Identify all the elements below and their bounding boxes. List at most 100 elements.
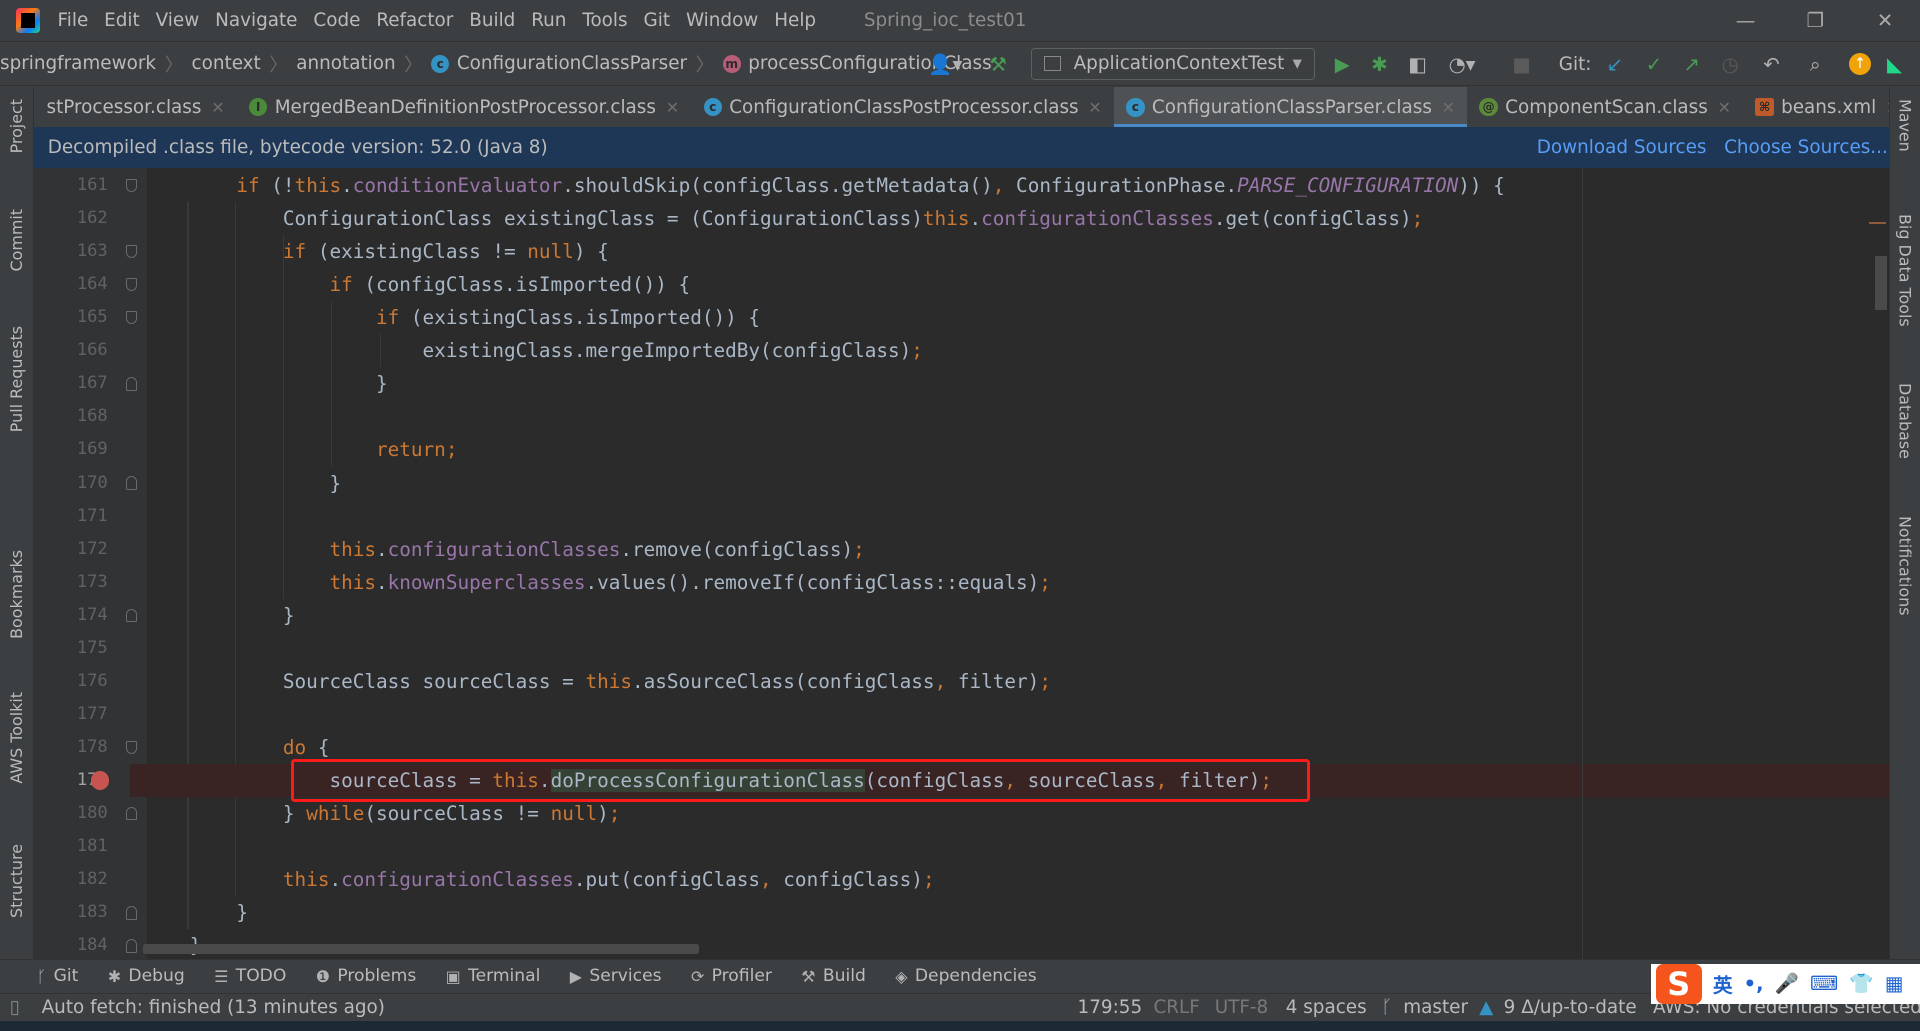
indent-setting[interactable]: 4 spaces: [1286, 997, 1367, 1018]
fold-marker-icon[interactable]: [126, 311, 138, 325]
code-token: if: [236, 173, 260, 197]
punctuation-icon[interactable]: •,: [1744, 972, 1764, 995]
search-icon[interactable]: ⌕: [1810, 53, 1821, 76]
bookmarks-tool-button[interactable]: Bookmarks: [7, 550, 26, 639]
fold-marker-icon[interactable]: [126, 476, 138, 490]
fold-marker-icon[interactable]: [126, 939, 138, 953]
tab-beans-xml[interactable]: ⌘beans.xml✕: [1743, 87, 1911, 127]
horizontal-scrollbar[interactable]: [143, 944, 700, 954]
git-commit-icon[interactable]: ✓: [1646, 53, 1662, 76]
history-icon[interactable]: ◷: [1722, 53, 1739, 76]
close-tab-icon[interactable]: ✕: [1442, 98, 1455, 117]
menu-item-edit[interactable]: Edit: [104, 10, 140, 31]
update-icon[interactable]: ↑: [1848, 52, 1871, 75]
breadcrumb-item[interactable]: context: [192, 53, 261, 74]
editor-gutter[interactable]: 161 162 163 164 165 166 167 168 169 170 171 172 173 1…: [34, 167, 147, 959]
breadcrumb-item[interactable]: springframework: [0, 53, 156, 74]
sogou-logo-icon[interactable]: S: [1655, 963, 1703, 1005]
fold-marker-icon[interactable]: [126, 178, 138, 193]
tool-window-debug[interactable]: ✱ Debug: [108, 966, 185, 986]
profile-icon[interactable]: ◔▾: [1449, 53, 1476, 76]
tool-window-problems[interactable]: ❶ Problems: [316, 966, 417, 986]
breakpoint-icon[interactable]: [90, 771, 109, 790]
code-token: }: [146, 372, 388, 396]
choose-sources-link[interactable]: Choose Sources...: [1724, 137, 1888, 158]
build-hammer-icon[interactable]: ⚒: [989, 53, 1007, 76]
vertical-scrollbar[interactable]: [1874, 255, 1887, 310]
fold-marker-icon[interactable]: [126, 806, 138, 821]
git-branch[interactable]: master: [1403, 997, 1468, 1018]
minimize-button[interactable]: —: [1711, 9, 1781, 32]
rollback-icon[interactable]: ↶: [1763, 53, 1779, 76]
file-encoding[interactable]: UTF-8: [1215, 997, 1269, 1018]
big-data-tools-tool-button[interactable]: Big Data Tools: [1895, 214, 1914, 327]
fold-marker-icon[interactable]: [126, 906, 138, 920]
structure-tool-button[interactable]: Structure: [7, 844, 26, 918]
fold-marker-icon[interactable]: [126, 740, 138, 755]
tool-window-git[interactable]: ᚴ Git: [37, 966, 79, 986]
fold-marker-icon[interactable]: [126, 608, 138, 623]
close-tab-icon[interactable]: ✕: [1718, 98, 1731, 117]
close-tab-icon[interactable]: ✕: [1088, 98, 1101, 117]
line-separator[interactable]: CRLF: [1153, 997, 1199, 1018]
fold-marker-icon[interactable]: [126, 277, 138, 292]
debug-icon[interactable]: ✱: [1371, 53, 1387, 76]
code-editor[interactable]: if (!this.conditionEvaluator.shouldSkip(…: [146, 167, 1890, 959]
tab-mergedbeandefinitionpostprocessor-class[interactable]: I MergedBeanDefinitionPostProcessor.class…: [237, 87, 692, 127]
project-tool-button[interactable]: Project: [7, 99, 26, 153]
git-push-icon[interactable]: ↗: [1684, 53, 1700, 76]
vcs-status[interactable]: 9 Δ/up-to-date: [1504, 997, 1637, 1018]
skin-icon[interactable]: 👕: [1849, 972, 1873, 995]
toolbox-icon[interactable]: ▦: [1885, 972, 1904, 995]
close-button[interactable]: ✕: [1850, 9, 1920, 32]
toggle-tool-windows-icon[interactable]: ▯: [10, 997, 20, 1018]
run-icon[interactable]: ▶: [1335, 53, 1350, 76]
user-icon[interactable]: 👤▾: [928, 53, 962, 76]
stop-icon[interactable]: ■: [1512, 53, 1531, 76]
tab-configurationclassparser-class[interactable]: c ConfigurationClassParser.class ✕: [1113, 86, 1468, 128]
tool-window-terminal[interactable]: ▣ Terminal: [446, 966, 541, 986]
coverage-icon[interactable]: ◧: [1408, 53, 1427, 76]
tab-componentscan-class[interactable]: @ ComponentScan.class ✕: [1467, 87, 1743, 127]
code-with-me-icon[interactable]: ◣: [1887, 53, 1902, 76]
restore-button[interactable]: ❐: [1780, 9, 1850, 32]
breadcrumb-item[interactable]: c ConfigurationClassParser: [431, 53, 687, 74]
menu-item-git[interactable]: Git: [644, 10, 671, 31]
tool-window-profiler[interactable]: ⟳ Profiler: [691, 966, 772, 986]
menu-item-build[interactable]: Build: [469, 10, 515, 31]
menu-item-tools[interactable]: Tools: [582, 10, 627, 31]
notifications-tool-button[interactable]: Notifications: [1895, 516, 1914, 616]
menu-item-help[interactable]: Help: [774, 10, 816, 31]
tab-configurationclasspostprocessor-class[interactable]: c ConfigurationClassPostProcessor.class ✕: [691, 87, 1114, 127]
menu-item-refactor[interactable]: Refactor: [376, 10, 453, 31]
pull-requests-tool-button[interactable]: Pull Requests: [7, 326, 26, 432]
menu-item-run[interactable]: Run: [531, 10, 566, 31]
menu-item-window[interactable]: Window: [686, 10, 758, 31]
database-tool-button[interactable]: Database: [1895, 383, 1914, 459]
keyboard-icon[interactable]: ⌨: [1810, 972, 1838, 995]
close-tab-icon[interactable]: ✕: [666, 98, 679, 117]
ime-language-toggle[interactable]: 英: [1713, 969, 1733, 998]
git-update-icon[interactable]: ↙: [1607, 53, 1623, 76]
microphone-icon[interactable]: 🎤: [1775, 972, 1799, 995]
tool-window-todo[interactable]: ☰ TODO: [214, 966, 286, 986]
tool-window-dependencies[interactable]: ◈ Dependencies: [895, 966, 1036, 986]
caret-position[interactable]: 179:55: [1078, 997, 1143, 1018]
close-tab-icon[interactable]: ✕: [211, 98, 224, 117]
download-sources-link[interactable]: Download Sources: [1537, 137, 1707, 158]
run-configuration-select[interactable]: ApplicationContextTest ▾: [1031, 47, 1316, 80]
menu-item-code[interactable]: Code: [313, 10, 360, 31]
menu-item-file[interactable]: File: [58, 10, 89, 31]
commit-tool-button[interactable]: Commit: [7, 209, 26, 271]
menu-item-navigate[interactable]: Navigate: [215, 10, 297, 31]
maven-tool-button[interactable]: Maven: [1895, 99, 1914, 152]
tab-stprocessor-class[interactable]: stProcessor.class ✕: [34, 87, 237, 127]
fold-marker-icon[interactable]: [126, 377, 138, 391]
tool-window-build[interactable]: ⚒ Build: [801, 966, 866, 986]
menu-item-view[interactable]: View: [156, 10, 200, 31]
aws-toolkit-tool-button[interactable]: AWS Toolkit: [7, 692, 26, 784]
status-message[interactable]: Auto fetch: finished (13 minutes ago): [42, 997, 385, 1018]
tool-window-services[interactable]: ▶ Services: [570, 966, 662, 986]
fold-marker-icon[interactable]: [126, 244, 138, 259]
breadcrumb-item[interactable]: annotation: [296, 53, 395, 74]
